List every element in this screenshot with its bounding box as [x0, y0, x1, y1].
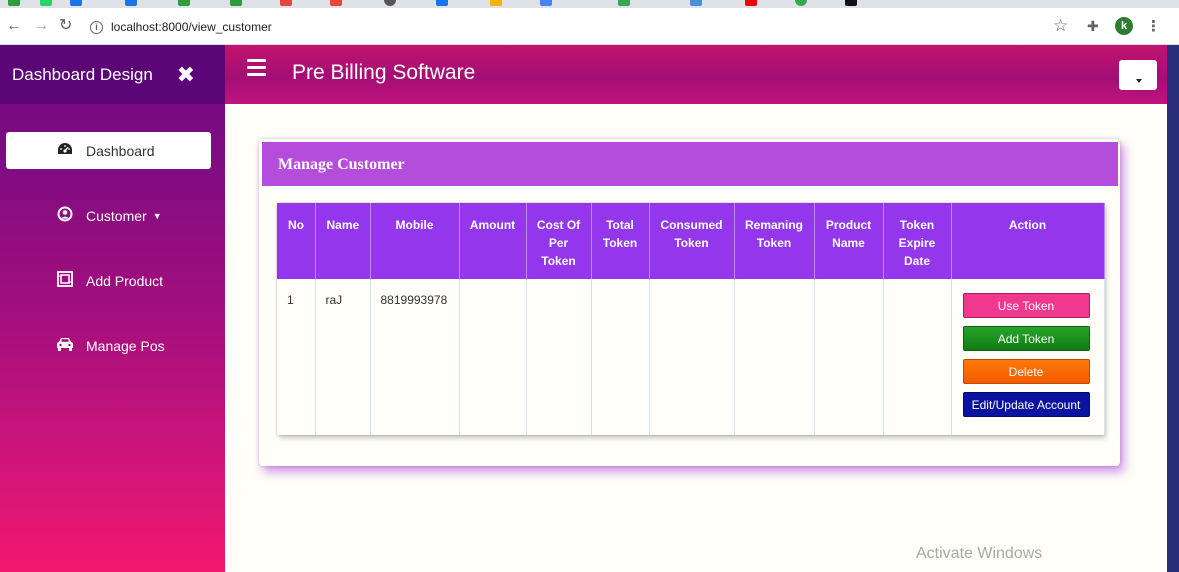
sidebar-item-dashboard[interactable]: Dashboard [6, 132, 211, 169]
sidebar-item-label: Customer [86, 207, 147, 224]
column-header: Name [315, 203, 371, 279]
sidebar-item-label: Dashboard [86, 142, 155, 159]
close-icon[interactable]: ✖ [177, 62, 195, 88]
activate-windows-watermark: Activate Windows [916, 545, 1043, 562]
table-row: 1 raJ 8819993978 Use Token Add Token Del… [277, 279, 1105, 435]
add-token-button[interactable]: Add Token [962, 326, 1090, 351]
user-circle-icon [50, 206, 80, 226]
cell-name: raJ [315, 279, 371, 435]
column-header: No [277, 203, 316, 279]
tab-favicon[interactable] [618, 0, 630, 6]
tab-favicon[interactable] [745, 0, 757, 6]
column-header: Action [951, 203, 1105, 279]
caret-down-icon: ▼ [152, 210, 162, 221]
column-header: Consumed Token [649, 203, 735, 279]
edit-update-account-button[interactable]: Edit/Update Account [962, 392, 1090, 417]
tab-favicon[interactable] [330, 0, 342, 6]
tab-favicon[interactable] [490, 0, 502, 6]
column-header: Total Token [591, 203, 650, 279]
cell-amount [459, 279, 527, 435]
cell-remaining-token [734, 279, 815, 435]
top-header: Pre Billing Software [225, 45, 1168, 104]
window-edge [1167, 45, 1179, 572]
back-arrow-icon[interactable]: ← [6, 18, 22, 34]
cell-consumed-token [649, 279, 735, 435]
reload-icon[interactable]: ↻ [59, 18, 72, 34]
tab-favicon[interactable] [436, 0, 448, 6]
tab-favicon[interactable] [690, 0, 702, 6]
card-header: Manage Customer [262, 142, 1118, 186]
tab-favicon[interactable] [795, 0, 807, 6]
browser-toolbar: ← → ↻ i localhost:8000/view_customer ☆ ✚… [0, 8, 1179, 45]
column-header: Remaning Token [734, 203, 815, 279]
sidebar-title: Dashboard Design [12, 64, 153, 84]
column-header: Amount [459, 203, 527, 279]
cell-product-name [814, 279, 884, 435]
column-header: Cost Of Per Token [526, 203, 592, 279]
forward-arrow-icon[interactable]: → [33, 18, 49, 34]
dashboard-icon [50, 142, 80, 160]
sidebar-item-manage-pos[interactable]: Manage Pos [6, 327, 211, 364]
card-title: Manage Customer [278, 156, 405, 173]
user-dropdown-button[interactable] [1119, 60, 1157, 90]
address-field[interactable]: i localhost:8000/view_customer [90, 14, 272, 40]
column-header: Product Name [814, 203, 884, 279]
cell-total-token [591, 279, 650, 435]
tab-favicon[interactable] [8, 0, 20, 6]
sidebar: Dashboard Design ✖ Dashboard Customer ▼ … [0, 45, 225, 572]
sidebar-item-customer[interactable]: Customer ▼ [6, 197, 211, 234]
customer-table: No Name Mobile Amount Cost Of Per Token … [277, 203, 1105, 435]
cell-cost-per-token [526, 279, 592, 435]
extensions-puzzle-icon[interactable]: ✚ [1087, 18, 1099, 35]
column-header: Token Expire Date [883, 203, 952, 279]
app-title: Pre Billing Software [292, 61, 476, 84]
profile-avatar[interactable]: k [1115, 17, 1133, 35]
cell-token-expire-date [883, 279, 952, 435]
column-header: Mobile [370, 203, 460, 279]
browser-tab-strip[interactable] [0, 0, 1179, 8]
tab-favicon-active[interactable] [384, 0, 396, 6]
sidebar-item-add-product[interactable]: Add Product [6, 262, 211, 299]
delete-button[interactable]: Delete [962, 359, 1090, 384]
tab-favicon[interactable] [125, 0, 137, 6]
browser-menu-icon[interactable]: ⋮ [1146, 17, 1161, 35]
tab-favicon[interactable] [845, 0, 857, 6]
product-box-icon [50, 270, 80, 291]
tab-favicon[interactable] [40, 0, 52, 6]
sidebar-header: Dashboard Design ✖ [0, 45, 225, 104]
hamburger-menu-icon[interactable] [247, 59, 266, 80]
cell-actions: Use Token Add Token Delete Edit/Update A… [951, 279, 1105, 435]
tab-favicon[interactable] [230, 0, 242, 6]
cell-no: 1 [277, 279, 316, 435]
table-header-row: No Name Mobile Amount Cost Of Per Token … [277, 203, 1105, 279]
tab-favicon[interactable] [280, 0, 292, 6]
sidebar-item-label: Manage Pos [86, 337, 165, 354]
tab-favicon[interactable] [178, 0, 190, 6]
use-token-button[interactable]: Use Token [962, 293, 1090, 318]
cell-mobile: 8819993978 [370, 279, 460, 435]
car-icon [50, 337, 80, 355]
url-text[interactable]: localhost:8000/view_customer [111, 20, 272, 34]
sidebar-item-label: Add Product [86, 272, 164, 289]
tab-favicon[interactable] [70, 0, 82, 6]
info-icon[interactable]: i [90, 20, 103, 34]
bookmark-star-icon[interactable]: ☆ [1053, 16, 1068, 36]
tab-favicon[interactable] [540, 0, 552, 6]
